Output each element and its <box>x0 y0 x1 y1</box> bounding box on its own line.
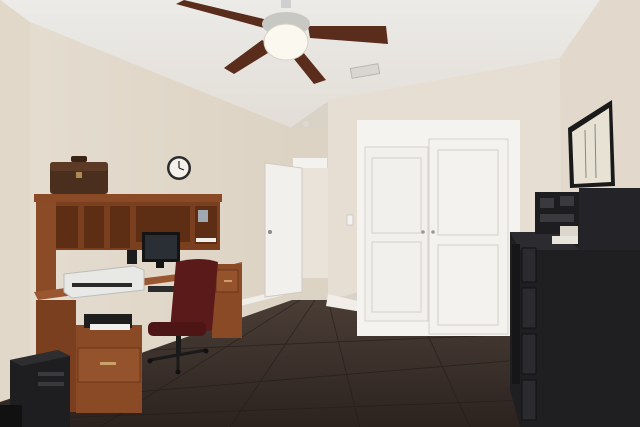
left-wall-edge <box>0 0 30 402</box>
hallway-door[interactable] <box>264 162 303 298</box>
smoke-detector <box>303 121 309 127</box>
room-photo <box>0 0 640 427</box>
keyboard[interactable] <box>148 286 174 292</box>
closet-handle-right[interactable] <box>431 230 435 234</box>
power-strip <box>0 405 22 427</box>
dresser <box>510 232 640 427</box>
pedestal-handle[interactable] <box>224 280 232 282</box>
hall-door-frame <box>293 158 327 168</box>
paper-stack <box>90 324 130 330</box>
speaker <box>127 250 137 264</box>
room-illustration <box>0 0 640 427</box>
hall-opening <box>302 168 328 278</box>
fan-light <box>263 23 309 61</box>
closet-door-right[interactable] <box>428 138 509 335</box>
wall-clock <box>167 156 191 180</box>
door-knob[interactable] <box>268 230 272 234</box>
light-switch[interactable] <box>346 214 354 226</box>
closet-handle-left[interactable] <box>421 230 425 234</box>
closet-door-left[interactable] <box>364 146 429 322</box>
desk-drawer-handle[interactable] <box>100 362 116 365</box>
